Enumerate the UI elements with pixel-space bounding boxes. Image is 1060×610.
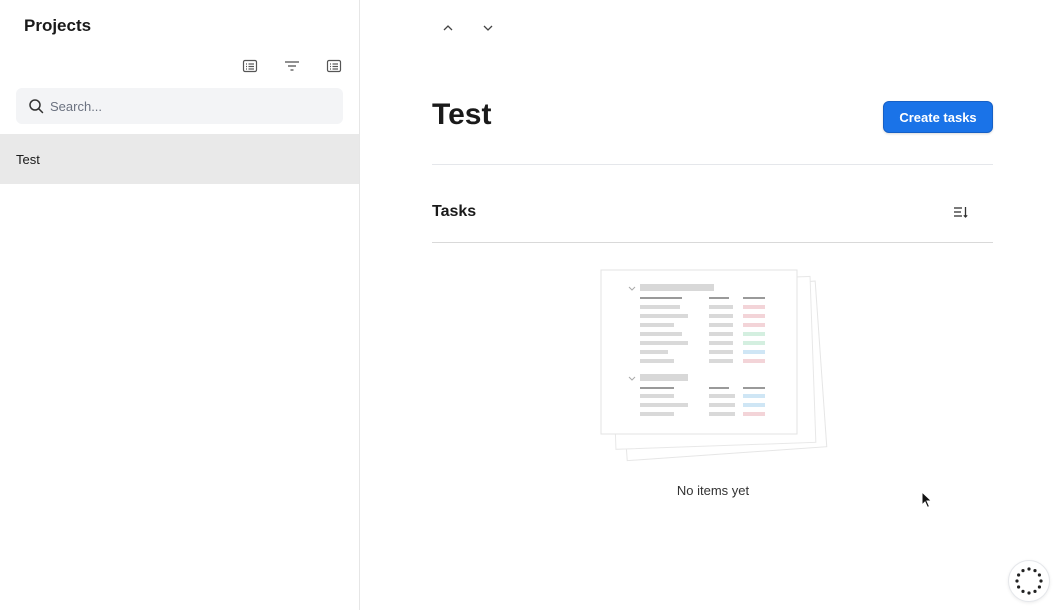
sidebar-toolbar (239, 56, 345, 76)
sidebar-title: Projects (24, 16, 92, 35)
spinner-icon (1015, 567, 1043, 595)
divider (432, 164, 993, 165)
sort-button[interactable] (951, 203, 971, 221)
record-navigation (439, 18, 497, 38)
page-title: Test (432, 98, 492, 131)
list-options-icon (326, 59, 342, 73)
sidebar: Projects Search... Test (0, 0, 360, 610)
project-item-label: Test (16, 151, 40, 167)
search-input[interactable] (50, 98, 320, 114)
empty-state-text: No items yet (676, 483, 750, 498)
empty-state-illustration (600, 269, 828, 462)
chevron-up-icon (443, 25, 453, 31)
mouse-cursor-icon (921, 491, 933, 509)
search-box (16, 88, 343, 124)
divider (432, 242, 993, 243)
sort-icon (954, 207, 968, 218)
chevron-down-icon (483, 25, 493, 31)
tasks-section-title: Tasks (432, 203, 477, 220)
filter-button[interactable] (281, 56, 303, 76)
list-options-button[interactable] (323, 56, 345, 76)
main-panel: Test Create tasks Tasks No items yet (361, 0, 1060, 610)
loading-spinner (1008, 560, 1050, 602)
search-icon (29, 99, 44, 114)
list-view-button[interactable] (239, 56, 261, 76)
filter-icon (285, 61, 299, 71)
list-view-icon (242, 59, 258, 73)
next-button[interactable] (479, 18, 497, 38)
create-tasks-button[interactable]: Create tasks (883, 101, 993, 133)
previous-button[interactable] (439, 18, 457, 38)
project-item-test[interactable]: Test (0, 134, 359, 184)
